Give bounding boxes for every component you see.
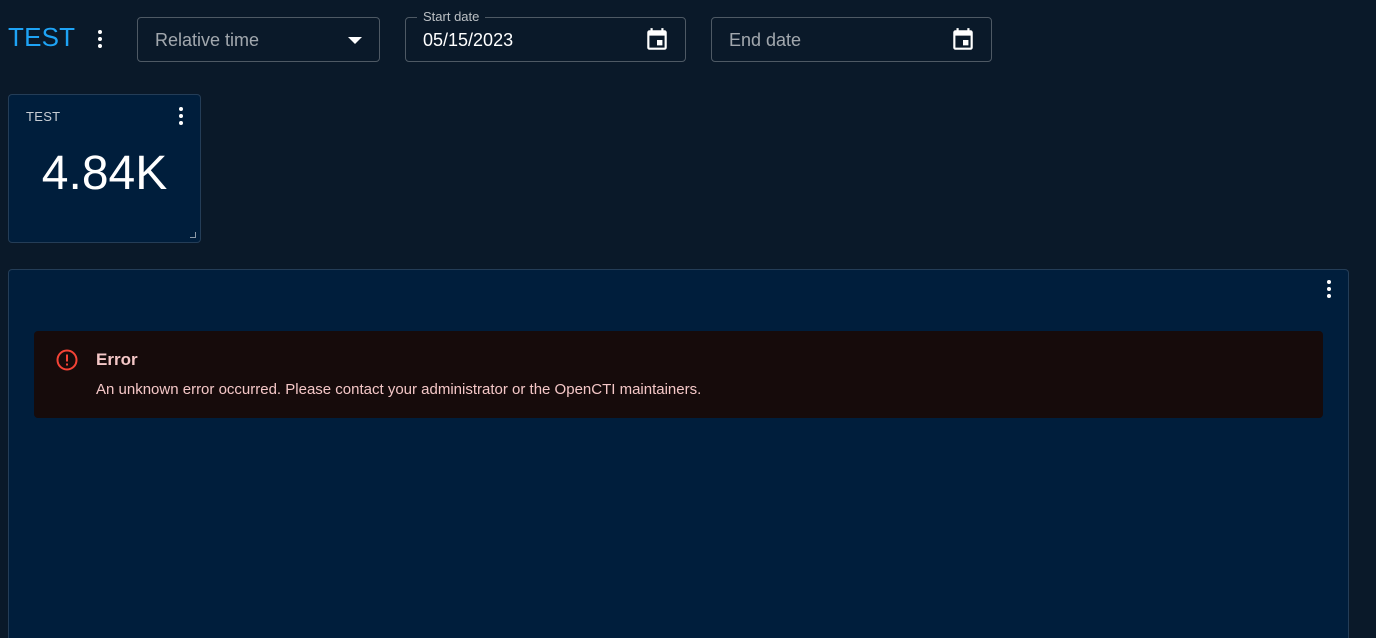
dashboard-page: TEST Relative time Start date 05/15/2023… — [0, 0, 1376, 638]
widget-value: 4.84K — [41, 147, 168, 200]
end-date-field[interactable]: End date — [711, 17, 992, 62]
start-date-label: Start date — [417, 9, 486, 25]
end-date-placeholder[interactable]: End date — [729, 29, 801, 51]
widget-title: TEST — [26, 109, 61, 124]
error-title: Error — [96, 350, 138, 369]
dot — [179, 107, 183, 111]
dot — [98, 30, 102, 34]
dashboard-menu-button[interactable] — [89, 26, 111, 52]
error-message: An unknown error occurred. Please contac… — [96, 381, 702, 398]
dot — [98, 44, 102, 48]
relative-time-placeholder: Relative time — [155, 30, 260, 50]
dot — [1327, 280, 1331, 284]
dot — [98, 37, 102, 41]
error-outline-icon — [56, 349, 78, 371]
widget-number-card: TEST 4.84K — [8, 94, 201, 243]
dashboard-title: TEST — [8, 22, 76, 52]
start-date-field[interactable]: Start date 05/15/2023 — [405, 9, 686, 62]
dot — [179, 114, 183, 118]
widget-menu-button[interactable] — [1318, 276, 1340, 302]
dot — [1327, 287, 1331, 291]
start-date-value[interactable]: 05/15/2023 — [423, 29, 513, 51]
resize-handle-icon[interactable] — [190, 232, 196, 238]
arrow-drop-down-icon[interactable] — [348, 37, 362, 44]
calendar-icon[interactable] — [950, 27, 976, 53]
relative-time-select[interactable]: Relative time — [137, 17, 380, 62]
dot — [1327, 294, 1331, 298]
widget-menu-button[interactable] — [170, 103, 192, 129]
error-alert: Error An unknown error occurred. Please … — [34, 331, 1323, 418]
dot — [179, 121, 183, 125]
widget-error-card: Error An unknown error occurred. Please … — [8, 269, 1349, 638]
calendar-icon[interactable] — [644, 27, 670, 53]
